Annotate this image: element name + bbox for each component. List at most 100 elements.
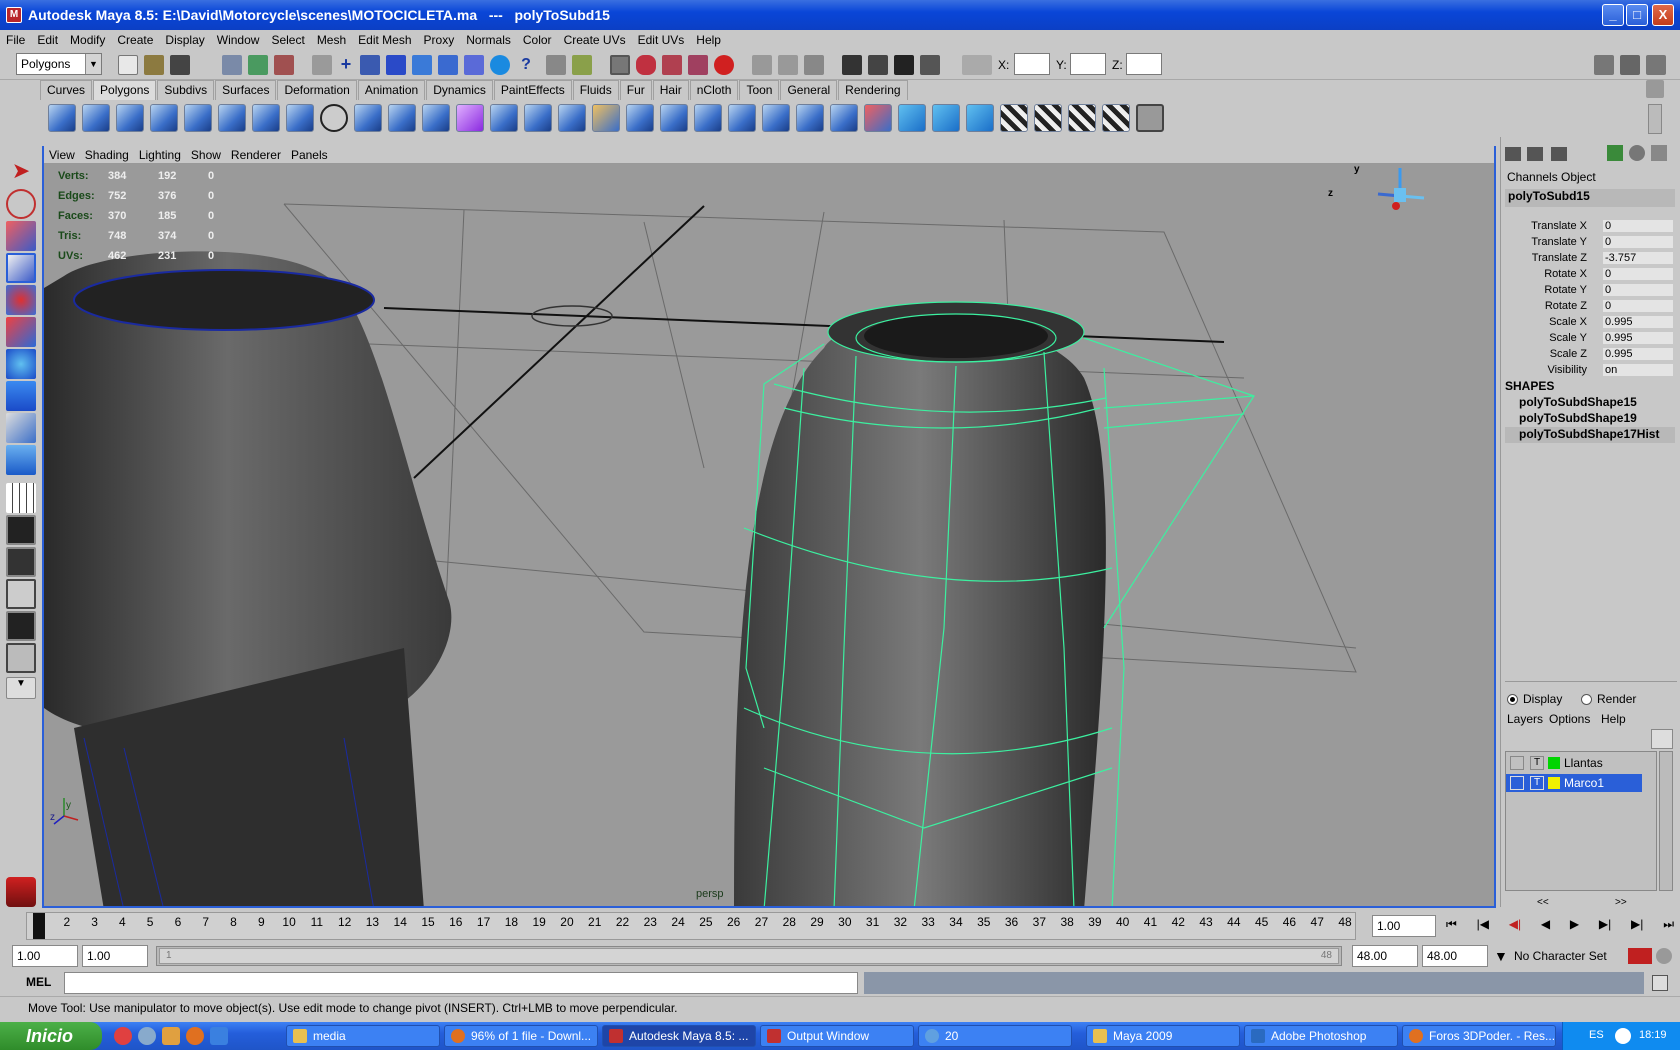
uv-snapshot-icon[interactable]: [1136, 104, 1164, 132]
collapse-icon[interactable]: [796, 104, 824, 132]
trash-icon[interactable]: [1646, 80, 1664, 98]
range-slider-thumb[interactable]: 1 48: [159, 948, 1339, 964]
separate-icon[interactable]: [388, 104, 416, 132]
shape-item[interactable]: polyToSubdShape15: [1519, 395, 1637, 409]
minimize-button[interactable]: _: [1602, 4, 1624, 26]
tool-settings-icon[interactable]: [1620, 55, 1640, 75]
dynamics-icon[interactable]: [464, 55, 484, 75]
construction-history-icon[interactable]: [804, 55, 824, 75]
task-button[interactable]: Output Window: [760, 1025, 914, 1047]
scroll-right-button[interactable]: >>: [1615, 897, 1627, 908]
shelf-tab-painteffects[interactable]: PaintEffects: [493, 80, 572, 100]
end-time-field[interactable]: 48.00: [1422, 945, 1488, 967]
mel-input[interactable]: [64, 972, 858, 994]
panel-menu-view[interactable]: View: [44, 148, 80, 162]
shelf-tab-ncloth[interactable]: nCloth: [689, 80, 739, 100]
combine-icon[interactable]: [354, 104, 382, 132]
scale-tool-icon[interactable]: [6, 317, 36, 347]
shelf-tab-subdivs[interactable]: Subdivs: [157, 80, 215, 100]
proxy-icon[interactable]: [320, 104, 348, 132]
channel-value[interactable]: 0.995: [1603, 316, 1673, 328]
shelf-tab-general[interactable]: General: [780, 80, 838, 100]
layers-menu-help[interactable]: Help: [1601, 712, 1626, 726]
persp-outliner-icon[interactable]: [6, 547, 36, 577]
render-radio[interactable]: [1581, 694, 1592, 705]
channel-value[interactable]: 0: [1603, 300, 1673, 312]
playback-end-field[interactable]: 48.00: [1352, 945, 1418, 967]
menu-file[interactable]: File: [0, 33, 31, 47]
show-manipulator-icon[interactable]: [6, 413, 36, 443]
shelf-tab-dynamics[interactable]: Dynamics: [426, 80, 493, 100]
step-back-key-icon[interactable]: |◀: [1477, 917, 1489, 937]
menu-window[interactable]: Window: [211, 33, 266, 47]
select-object-icon[interactable]: [248, 55, 268, 75]
bridge-icon[interactable]: [558, 104, 586, 132]
poly-cylinder-icon[interactable]: [116, 104, 144, 132]
curve-icon[interactable]: [386, 55, 406, 75]
pick-handles-icon[interactable]: [360, 55, 380, 75]
node-name-bar[interactable]: polyToSubd15: [1505, 189, 1675, 207]
split-polygon-icon[interactable]: [660, 104, 688, 132]
menu-set-select[interactable]: Polygons ▼: [16, 53, 102, 75]
mirror-icon[interactable]: [490, 104, 518, 132]
poly-cone-icon[interactable]: [150, 104, 178, 132]
plus-icon[interactable]: +: [336, 55, 356, 75]
single-pane-icon[interactable]: [6, 483, 36, 513]
channel-row[interactable]: Scale Y 0.995: [1505, 332, 1675, 348]
planar-mapping-icon[interactable]: [1000, 104, 1028, 132]
menu-edit-mesh[interactable]: Edit Mesh: [352, 33, 417, 47]
channel-value[interactable]: 0: [1603, 268, 1673, 280]
script-editor-icon[interactable]: [1652, 975, 1668, 991]
layer-visibility-toggle[interactable]: [1510, 756, 1524, 770]
lasso-tool-icon[interactable]: [6, 189, 36, 219]
channel-row[interactable]: Scale Z 0.995: [1505, 348, 1675, 364]
soft-mod-icon[interactable]: [6, 381, 36, 411]
firefox-icon[interactable]: [186, 1027, 204, 1045]
fill-hole-icon[interactable]: [966, 104, 994, 132]
auto-key-icon[interactable]: [1628, 948, 1652, 964]
paint-select-icon[interactable]: [6, 221, 36, 251]
shelf-tab-deformation[interactable]: Deformation: [277, 80, 357, 100]
range-slider[interactable]: 1 48: [156, 946, 1342, 966]
magnet-icon[interactable]: [714, 55, 734, 75]
quicklaunch-icon[interactable]: [210, 1027, 228, 1045]
lock-icon[interactable]: [546, 55, 566, 75]
input-history-icon[interactable]: [752, 55, 772, 75]
shelf-tab-toon[interactable]: Toon: [739, 80, 780, 100]
shelf-tab-curves[interactable]: Curves: [40, 80, 93, 100]
task-button[interactable]: Adobe Photoshop: [1244, 1025, 1398, 1047]
x-field[interactable]: [1014, 53, 1050, 75]
render-layers-icon[interactable]: [1629, 145, 1645, 161]
shelf-tab-fur[interactable]: Fur: [619, 80, 652, 100]
quicklaunch-icon[interactable]: [162, 1027, 180, 1045]
layer-row[interactable]: T Llantas: [1506, 754, 1656, 772]
last-tool-icon[interactable]: [6, 445, 36, 475]
highlight-selection-icon[interactable]: [572, 55, 592, 75]
time-slider[interactable]: 1234567891011121314151617181920212223242…: [26, 912, 1356, 940]
channel-value[interactable]: 0.995: [1603, 332, 1673, 344]
rotate-tool-icon[interactable]: [6, 285, 36, 315]
panel-menu-panels[interactable]: Panels: [286, 148, 333, 162]
layer-color-swatch[interactable]: [1548, 757, 1560, 769]
tray-icon[interactable]: [1615, 1028, 1631, 1044]
layer-scrollbar[interactable]: [1659, 751, 1673, 891]
shelf-tab-hair[interactable]: Hair: [652, 80, 689, 100]
sculpt-icon[interactable]: [864, 104, 892, 132]
task-button-active[interactable]: Autodesk Maya 8.5: ...: [602, 1025, 756, 1047]
menu-display[interactable]: Display: [159, 33, 210, 47]
merge-icon[interactable]: [762, 104, 790, 132]
ipr-render-icon[interactable]: [894, 55, 914, 75]
boolean-icon[interactable]: [422, 104, 450, 132]
four-pane-icon[interactable]: [6, 515, 36, 545]
shelf-tab-rendering[interactable]: Rendering: [838, 80, 908, 100]
poly-cube-icon[interactable]: [82, 104, 110, 132]
channel-value[interactable]: on: [1603, 364, 1673, 376]
select-hierarchy-icon[interactable]: [222, 55, 242, 75]
viewport-persp[interactable]: y z y z persp: [42, 146, 1496, 908]
snap-view-plane-icon[interactable]: [688, 55, 708, 75]
menu-create[interactable]: Create: [111, 33, 159, 47]
extrude-icon[interactable]: [524, 104, 552, 132]
current-frame-field[interactable]: 1.00: [1372, 915, 1436, 937]
menu-mesh[interactable]: Mesh: [311, 33, 352, 47]
render-frame-icon[interactable]: [868, 55, 888, 75]
